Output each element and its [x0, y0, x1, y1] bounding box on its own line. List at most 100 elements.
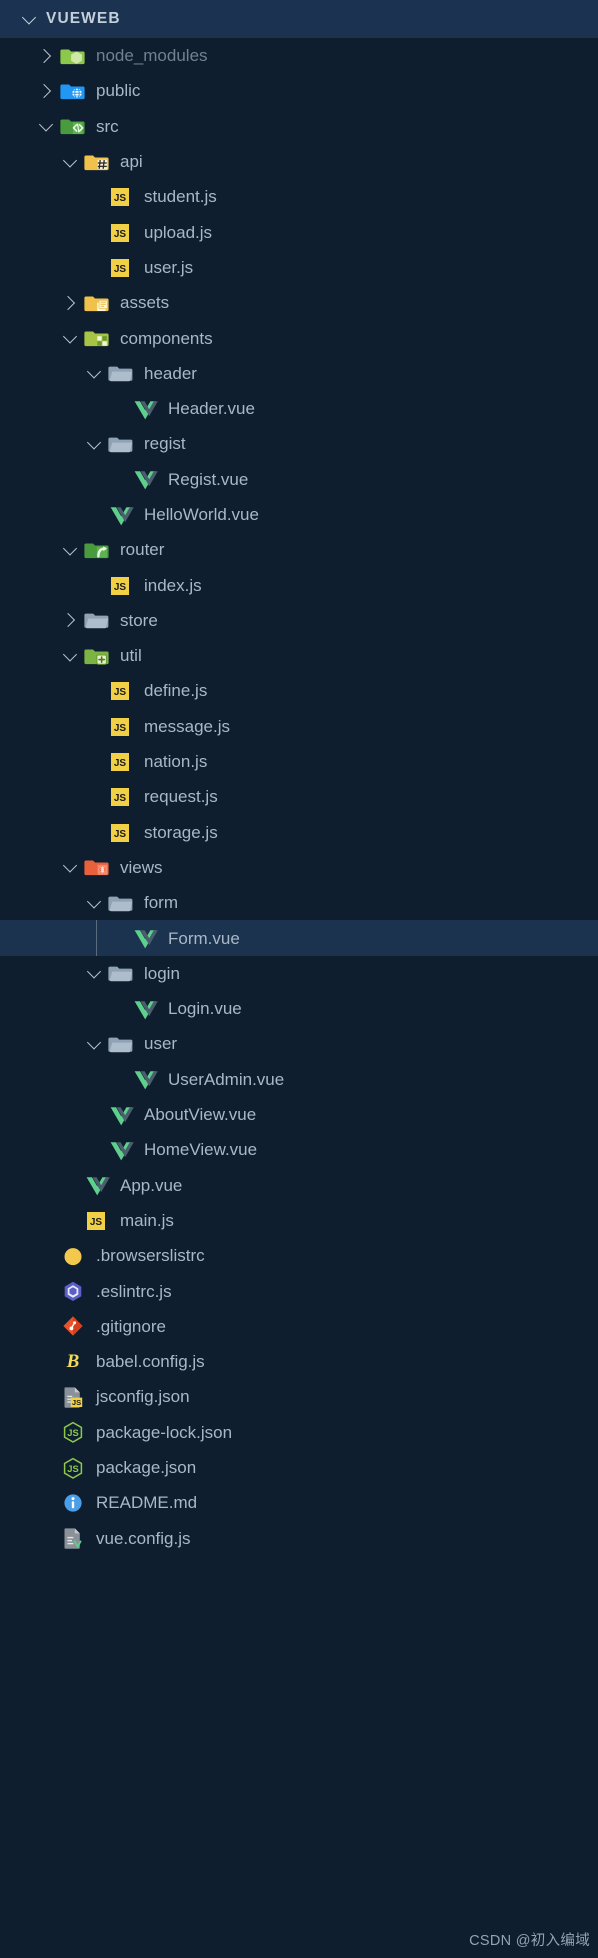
browserslist-icon [60, 1243, 86, 1269]
tree-item-label: package-lock.json [96, 1422, 233, 1442]
tree-file-row[interactable]: JS jsconfig.json [0, 1379, 598, 1414]
folder-router-icon [84, 537, 110, 563]
tree-folder-row[interactable]: regist [0, 426, 598, 461]
chevron-down-icon[interactable] [34, 114, 58, 138]
chevron-down-icon[interactable] [58, 538, 82, 562]
tree-folder-row[interactable]: components [0, 320, 598, 355]
chevron-right-icon[interactable] [58, 291, 82, 315]
eslint-icon [60, 1278, 86, 1304]
tree-file-row[interactable]: JS user.js [0, 250, 598, 285]
folder-node-modules-icon [60, 43, 86, 69]
tree-file-row[interactable]: JS message.js [0, 709, 598, 744]
tree-folder-row[interactable]: form [0, 885, 598, 920]
chevron-down-icon[interactable] [58, 150, 82, 174]
tree-item-label: Regist.vue [168, 469, 249, 489]
tree-folder-row[interactable]: api [0, 144, 598, 179]
tree-item-label: .eslintrc.js [96, 1281, 172, 1301]
tree-file-row[interactable]: Form.vue [0, 920, 598, 956]
svg-text:JS: JS [72, 1398, 81, 1407]
chevron-right-icon[interactable] [34, 79, 58, 103]
chevron-down-icon[interactable] [82, 432, 106, 456]
tree-item-label: jsconfig.json [96, 1387, 190, 1407]
git-icon [60, 1313, 86, 1339]
tree-folder-row[interactable]: src [0, 109, 598, 144]
tree-item-label: main.js [120, 1210, 174, 1230]
tree-file-row[interactable]: README.md [0, 1485, 598, 1520]
tree-file-row[interactable]: JS student.js [0, 179, 598, 214]
tree-item-label: index.js [144, 575, 202, 595]
tree-file-row[interactable]: Header.vue [0, 391, 598, 426]
tree-file-row[interactable]: JS nation.js [0, 744, 598, 779]
tree-file-row[interactable]: Bbabel.config.js [0, 1344, 598, 1379]
chevron-down-icon[interactable] [82, 361, 106, 385]
tree-item-label: user [144, 1034, 178, 1054]
tree-folder-row[interactable]: user [0, 1026, 598, 1061]
svg-text:JS: JS [67, 1427, 78, 1438]
nodejs-icon: JS [60, 1419, 86, 1445]
tree-file-row[interactable]: JS package.json [0, 1450, 598, 1485]
tree-folder-row[interactable]: assets [0, 285, 598, 320]
tree-file-row[interactable]: JS upload.js [0, 214, 598, 249]
tree-file-row[interactable]: UserAdmin.vue [0, 1062, 598, 1097]
vue-config-icon [60, 1525, 86, 1551]
tree-file-row[interactable]: JS define.js [0, 673, 598, 708]
tree-file-row[interactable]: .browserslistrc [0, 1238, 598, 1273]
tree-file-row[interactable]: JS request.js [0, 779, 598, 814]
folder-plain-icon [84, 607, 110, 633]
folder-public-icon [60, 78, 86, 104]
chevron-down-icon[interactable] [58, 644, 82, 668]
folder-plain-icon [108, 1031, 134, 1057]
tree-file-row[interactable]: JS storage.js [0, 815, 598, 850]
chevron-down-icon[interactable] [58, 326, 82, 350]
tree-item-label: components [120, 328, 213, 348]
js-file-icon: JS [108, 184, 134, 210]
chevron-down-icon[interactable] [82, 1032, 106, 1056]
tree-folder-row[interactable]: node_modules [0, 38, 598, 73]
tree-folder-row[interactable]: util [0, 638, 598, 673]
tree-file-row[interactable]: App.vue [0, 1168, 598, 1203]
tree-file-row[interactable]: JS main.js [0, 1203, 598, 1238]
tree-item-label: nation.js [144, 752, 208, 772]
tree-item-label: upload.js [144, 222, 213, 242]
chevron-right-icon[interactable] [58, 608, 82, 632]
tree-item-label: Header.vue [168, 399, 255, 419]
js-file-icon: JS [108, 219, 134, 245]
tree-file-row[interactable]: Regist.vue [0, 462, 598, 497]
tree-file-row[interactable]: HelloWorld.vue [0, 497, 598, 532]
js-file-icon: JS [108, 678, 134, 704]
chevron-down-icon[interactable] [18, 8, 40, 30]
tree-folder-row[interactable]: views [0, 850, 598, 885]
svg-text:JS: JS [67, 1462, 78, 1473]
chevron-down-icon[interactable] [82, 961, 106, 985]
jsconfig-icon: JS [60, 1384, 86, 1410]
tree-file-row[interactable]: Login.vue [0, 991, 598, 1026]
tree-file-row[interactable]: vue.config.js [0, 1520, 598, 1555]
tree-file-row[interactable]: .eslintrc.js [0, 1273, 598, 1308]
tree-item-label: storage.js [144, 822, 218, 842]
tree-item-label: HelloWorld.vue [144, 505, 259, 524]
js-file-icon: JS [108, 784, 134, 810]
tree-item-label: babel.config.js [96, 1352, 205, 1372]
tree-file-row[interactable]: JS package-lock.json [0, 1415, 598, 1450]
chevron-down-icon[interactable] [58, 855, 82, 879]
vue-file-icon [132, 396, 158, 422]
tree-folder-row[interactable]: public [0, 73, 598, 108]
tree-file-row[interactable]: .gitignore [0, 1309, 598, 1344]
tree-item-label: store [120, 610, 158, 630]
chevron-right-icon[interactable] [34, 44, 58, 68]
workspace-root-header[interactable]: VUEWEB [0, 0, 598, 38]
chevron-down-icon[interactable] [82, 891, 106, 915]
tree-file-row[interactable]: AboutView.vue [0, 1097, 598, 1132]
tree-folder-row[interactable]: router [0, 532, 598, 567]
js-file-icon: JS [108, 254, 134, 280]
vue-file-icon [108, 502, 134, 528]
tree-folder-row[interactable]: login [0, 956, 598, 991]
tree-item-label: util [120, 646, 142, 666]
tree-item-label: user.js [144, 257, 194, 277]
tree-file-row[interactable]: HomeView.vue [0, 1132, 598, 1167]
tree-file-row[interactable]: JS index.js [0, 567, 598, 602]
tree-item-label: Form.vue [168, 928, 240, 948]
tree-folder-row[interactable]: store [0, 603, 598, 638]
tree-folder-row[interactable]: header [0, 356, 598, 391]
tree-item-label: README.md [96, 1493, 198, 1513]
